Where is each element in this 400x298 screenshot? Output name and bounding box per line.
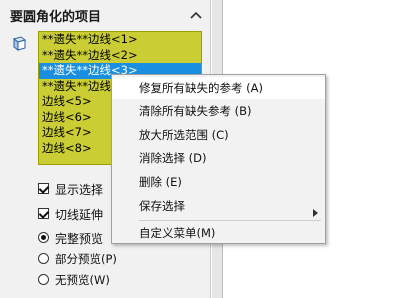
fillet-items-section-header[interactable]: 要圆角化的项目 xyxy=(0,4,210,26)
radio-label: 无预览(W) xyxy=(55,273,110,287)
menu-item-repair-missing-references[interactable]: 修复所有缺失的参考 (A) xyxy=(112,77,325,99)
section-title: 要圆角化的项目 xyxy=(10,10,102,25)
checkbox-label: 显示选择 xyxy=(55,183,104,197)
checkbox-label: 切线延伸 xyxy=(55,208,104,222)
chevron-up-icon[interactable] xyxy=(190,9,202,19)
checkbox-checked[interactable] xyxy=(38,183,49,194)
edge-selection-icon xyxy=(10,34,28,52)
menu-separator xyxy=(139,220,321,221)
radio-unselected[interactable] xyxy=(38,253,49,264)
radio-unselected[interactable] xyxy=(38,274,49,285)
context-menu: 修复所有缺失的参考 (A) 清除所有缺失参考 (B) 放大所选范围 (C) 消除… xyxy=(111,74,326,244)
submenu-arrow-icon xyxy=(313,202,319,217)
menu-item-clear-missing-references[interactable]: 清除所有缺失参考 (B) xyxy=(112,100,325,122)
list-item[interactable]: **遗失**边线<2> xyxy=(39,48,201,64)
checkbox-checked[interactable] xyxy=(38,208,49,219)
menu-item-zoom-to-selection[interactable]: 放大所选范围 (C) xyxy=(112,124,325,146)
menu-item-delete[interactable]: 删除 (E) xyxy=(112,171,325,193)
list-item[interactable]: **遗失**边线<1> xyxy=(39,32,201,48)
radio-label: 完整预览 xyxy=(55,232,104,246)
menu-item-clear-selection[interactable]: 消除选择 (D) xyxy=(112,147,325,169)
menu-item-customize-menu[interactable]: 自定义菜单(M) xyxy=(112,222,325,244)
radio-selected[interactable] xyxy=(38,232,49,243)
menu-item-save-selection[interactable]: 保存选择 xyxy=(112,195,325,217)
radio-label: 部分预览(P) xyxy=(55,252,117,266)
